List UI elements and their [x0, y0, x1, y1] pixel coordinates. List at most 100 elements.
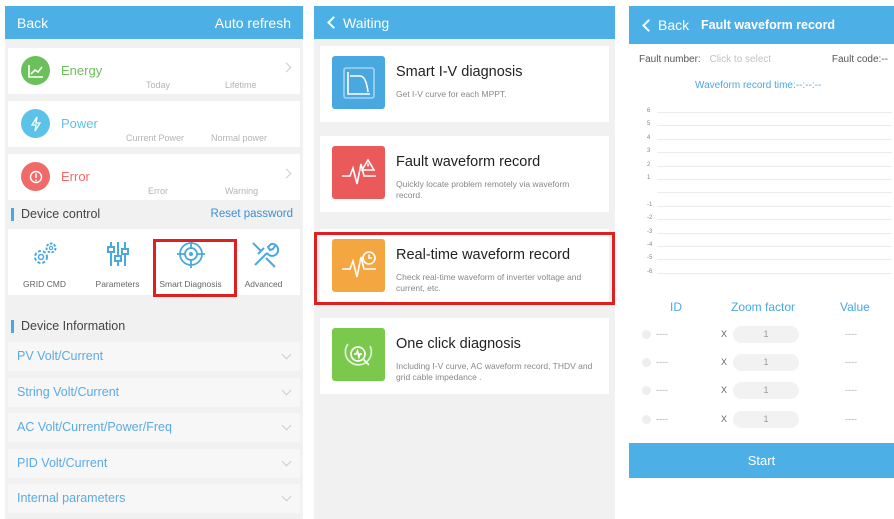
back-button[interactable]: Waiting — [326, 15, 389, 31]
table-row: ---- X 1 ---- — [639, 411, 889, 429]
y-tick-label: 2 — [647, 161, 651, 168]
info-row-string[interactable]: String Volt/Current — [8, 378, 300, 407]
info-row-label: PV Volt/Current — [17, 349, 104, 363]
chart-gridline — [657, 138, 892, 140]
chart-gridline — [657, 259, 892, 261]
search-icon — [332, 328, 385, 381]
y-tick-label: 3 — [647, 148, 651, 155]
info-row-pv[interactable]: PV Volt/Current — [8, 342, 300, 371]
chevron-down-icon — [281, 420, 292, 431]
chevron-right-icon — [281, 168, 292, 179]
grid-cmd-button[interactable]: GRID CMD — [8, 229, 81, 295]
device-information-heading: Device Information — [11, 320, 125, 333]
chart-gridline — [657, 219, 892, 221]
back-label: Back — [658, 17, 690, 33]
power-card[interactable]: Power Current Power Normal power — [8, 101, 300, 147]
y-tick-label: 6 — [647, 108, 651, 114]
chevron-right-icon — [281, 62, 292, 73]
chart-gridline — [657, 112, 892, 113]
chevron-down-icon — [281, 491, 292, 502]
error-title: Error — [61, 169, 90, 184]
chevron-left-icon — [642, 18, 655, 32]
error-card[interactable]: Error Error Warning — [8, 154, 300, 200]
row-x: X — [721, 414, 728, 424]
y-tick-label: -6 — [647, 268, 653, 275]
energy-chart-icon — [21, 56, 50, 85]
table-row: ---- X 1 ---- — [639, 382, 889, 400]
back-button[interactable]: Back — [17, 15, 48, 31]
error-icon — [21, 162, 50, 191]
row-checkbox[interactable] — [642, 415, 651, 424]
fault-waveform-panel: Back Fault waveform record Fault number:… — [629, 6, 894, 478]
energy-lifetime-label: Lifetime — [225, 80, 257, 90]
item-desc: Get I-V curve for each MPPT. — [396, 89, 507, 99]
column-id: ID — [670, 300, 682, 314]
chart-gridline — [657, 165, 892, 167]
fault-number-select[interactable]: Click to select — [709, 54, 771, 65]
row-value: ---- — [845, 329, 857, 339]
smart-iv-diagnosis-item[interactable]: Smart I-V diagnosis Get I-V curve for ea… — [320, 46, 609, 122]
item-desc: Including I-V curve, AC waveform record,… — [396, 361, 593, 382]
fault-waveform-record-item[interactable]: Fault waveform record Quickly locate pro… — [320, 136, 609, 212]
gear-icon — [30, 239, 60, 274]
warning-label: Warning — [225, 186, 259, 196]
fault-waveform-icon — [332, 146, 385, 199]
back-button[interactable]: Back — [641, 17, 689, 33]
table-row: ---- X 1 ---- — [639, 354, 889, 372]
table-row: ---- X 1 ---- — [639, 326, 889, 344]
diagnosis-panel: Waiting Smart I-V diagnosis Get I-V curv… — [314, 6, 615, 519]
advanced-label: Advanced — [244, 279, 283, 289]
start-button[interactable]: Start — [629, 443, 894, 478]
grid-cmd-label: GRID CMD — [23, 279, 66, 289]
item-title: Fault waveform record — [396, 154, 541, 170]
info-row-pid[interactable]: PID Volt/Current — [8, 449, 300, 478]
y-tick-label: -3 — [647, 228, 653, 235]
back-label: Waiting — [343, 14, 390, 31]
page-title: Fault waveform record — [701, 18, 836, 32]
chevron-down-icon — [281, 456, 292, 467]
row-checkbox[interactable] — [642, 386, 651, 395]
top-bar: Back Fault waveform record — [629, 6, 894, 44]
parameters-button[interactable]: Parameters — [81, 229, 154, 295]
chart-gridline — [657, 272, 892, 274]
row-value: ---- — [845, 357, 857, 367]
info-row-label: AC Volt/Current/Power/Freq — [17, 420, 172, 434]
energy-today-label: Today — [146, 80, 171, 90]
y-tick-label: -5 — [647, 255, 653, 262]
waveform-record-time: Waveform record time:--:--:-- — [695, 80, 822, 91]
row-id: ---- — [656, 329, 668, 339]
highlight-box — [314, 232, 615, 305]
lightning-icon — [21, 109, 50, 138]
zoom-factor-input[interactable]: 1 — [733, 354, 799, 371]
chevron-down-icon — [281, 385, 292, 396]
error-label: Error — [148, 186, 168, 196]
top-bar: Waiting — [314, 6, 615, 39]
zoom-factor-input[interactable]: 1 — [733, 411, 799, 428]
info-row-internal[interactable]: Internal parameters — [8, 484, 300, 513]
y-tick-label: 5 — [647, 121, 651, 128]
zoom-factor-input[interactable]: 1 — [733, 382, 799, 399]
top-bar: Back Auto refresh — [5, 6, 303, 39]
info-row-ac[interactable]: AC Volt/Current/Power/Freq — [8, 413, 300, 442]
row-checkbox[interactable] — [642, 358, 651, 367]
fault-number-label: Fault number: — [639, 54, 701, 65]
energy-title: Energy — [61, 63, 103, 78]
column-value: Value — [840, 300, 870, 314]
current-power-label: Current Power — [126, 133, 185, 143]
zoom-factor-input[interactable]: 1 — [733, 326, 799, 343]
normal-power-label: Normal power — [211, 133, 268, 143]
device-panel: Back Auto refresh Energy Today Lifetime … — [5, 6, 303, 519]
reset-password-link[interactable]: Reset password — [211, 208, 293, 220]
chart-gridline — [657, 152, 892, 154]
auto-refresh-button[interactable]: Auto refresh — [215, 15, 291, 31]
advanced-button[interactable]: Advanced — [227, 229, 300, 295]
row-id: ---- — [656, 385, 668, 395]
energy-card[interactable]: Energy Today Lifetime — [8, 48, 300, 94]
column-zoom-factor: Zoom factor — [731, 300, 796, 314]
row-checkbox[interactable] — [642, 330, 651, 339]
row-x: X — [721, 329, 728, 339]
one-click-diagnosis-item[interactable]: One click diagnosis Including I-V curve,… — [320, 318, 609, 394]
chart-gridline — [657, 192, 892, 194]
y-tick-label: 1 — [647, 175, 651, 181]
power-title: Power — [61, 116, 98, 131]
